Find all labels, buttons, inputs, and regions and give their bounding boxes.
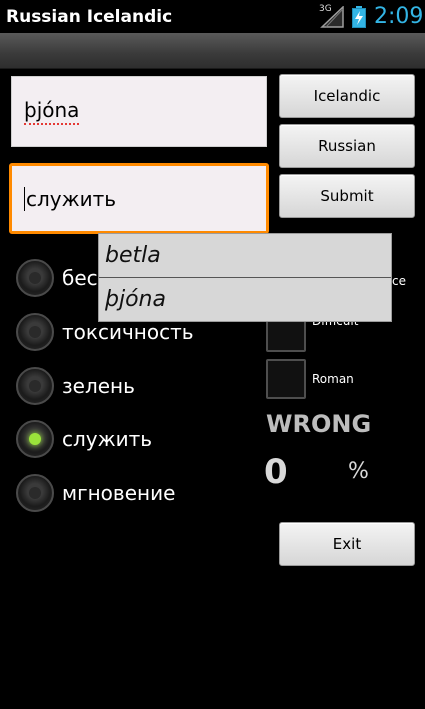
option-label: служить <box>62 427 153 451</box>
suggestion-item[interactable]: betla <box>99 234 391 277</box>
title-bar <box>0 33 425 69</box>
word-field-text: þjóna <box>24 98 80 125</box>
network-type-label: 3G <box>319 4 332 14</box>
suggestion-item[interactable]: þjóna <box>99 277 391 320</box>
percent-sign: % <box>348 459 369 484</box>
checkbox-roman[interactable]: Roman <box>266 359 354 399</box>
answer-input[interactable]: служить <box>9 163 269 234</box>
option-label: зелень <box>62 374 135 398</box>
option-label: бес <box>62 266 98 290</box>
radio-button[interactable] <box>16 313 54 351</box>
status-clock: 2:09 <box>374 4 424 29</box>
radio-button[interactable] <box>16 367 54 405</box>
result-status: WRONG <box>266 410 372 438</box>
exit-button[interactable]: Exit <box>279 522 415 566</box>
radio-button-selected[interactable] <box>16 420 54 458</box>
checkbox-label: ce <box>392 274 406 288</box>
score-value: 0 <box>264 452 288 492</box>
radio-button[interactable] <box>16 474 54 512</box>
autocomplete-dropdown: betla þjóna <box>98 233 392 322</box>
option-3[interactable]: зелень <box>16 364 135 408</box>
submit-button[interactable]: Submit <box>279 174 415 218</box>
radio-button[interactable] <box>16 259 54 297</box>
app-title: Russian Icelandic <box>6 7 173 27</box>
answer-input-text: служить <box>26 186 117 211</box>
text-cursor <box>24 186 25 211</box>
option-4[interactable]: служить <box>16 417 152 461</box>
option-1[interactable]: бес <box>16 256 98 300</box>
icelandic-button[interactable]: Icelandic <box>279 74 415 118</box>
checkbox[interactable] <box>266 359 306 399</box>
battery-charging-icon <box>352 6 366 28</box>
russian-button[interactable]: Russian <box>279 124 415 168</box>
option-label: токсичность <box>62 320 194 344</box>
option-5[interactable]: мгновение <box>16 471 175 515</box>
checkbox-label: Roman <box>312 372 354 386</box>
option-label: мгновение <box>62 481 176 505</box>
word-field[interactable]: þjóna <box>11 76 267 147</box>
